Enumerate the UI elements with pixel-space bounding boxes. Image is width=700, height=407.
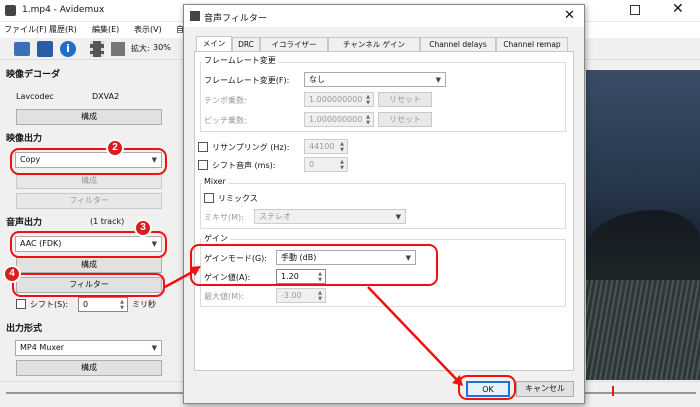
arrow-to-ok bbox=[367, 286, 459, 382]
arrow-to-gain bbox=[164, 268, 197, 289]
annotation-arrows bbox=[164, 266, 463, 386]
